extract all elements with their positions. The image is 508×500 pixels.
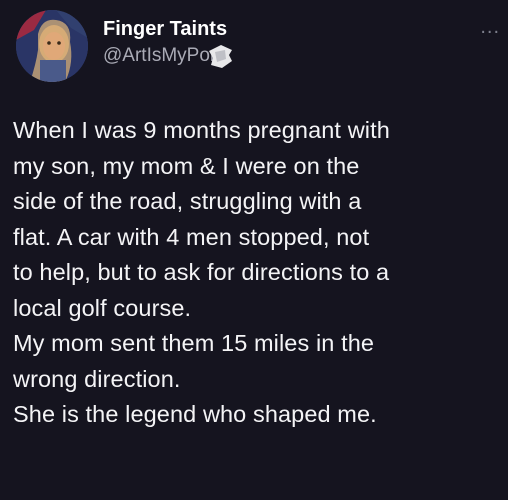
tweet-text: When I was 9 months pregnant with my son… bbox=[13, 113, 503, 433]
author-info: Finger Taints @ArtIsMyPorn bbox=[103, 16, 232, 69]
tweet-text-line: side of the road, struggling with a bbox=[13, 188, 362, 214]
tweet-text-line: wrong direction. bbox=[13, 365, 181, 392]
author-display-name[interactable]: Finger Taints bbox=[103, 16, 227, 42]
avatar-photo-icon bbox=[16, 10, 88, 82]
tweet-text-line: local golf course. bbox=[13, 294, 192, 321]
more-options-button[interactable]: ... bbox=[480, 17, 500, 37]
tweet-text-line: When I was 9 months pregnant with bbox=[13, 117, 390, 143]
tweet-card: Finger Taints @ArtIsMyPorn ... When I wa… bbox=[0, 0, 508, 500]
avatar[interactable] bbox=[16, 10, 88, 82]
tweet-text-line: my son, my mom & I were on the bbox=[13, 152, 360, 179]
tweet-text-line: flat. A car with 4 men stopped, not bbox=[13, 223, 370, 250]
censor-sticker-icon bbox=[209, 45, 232, 68]
tweet-text-line: My mom sent them 15 miles in the bbox=[13, 330, 375, 356]
tweet-text-line: to help, but to ask for directions to a bbox=[13, 259, 390, 285]
tweet-text-line: She is the legend who shaped me. bbox=[13, 401, 377, 427]
author-handle-wrap[interactable]: @ArtIsMyPorn bbox=[103, 43, 232, 69]
